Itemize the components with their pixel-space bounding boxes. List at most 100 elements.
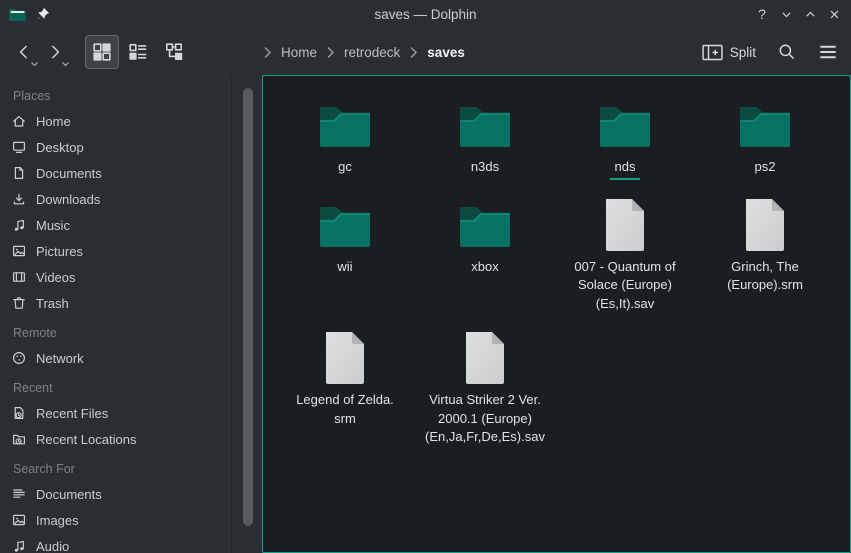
places-panel: Places Home Desktop Documents DownloadsMusic…: [0, 75, 262, 553]
toolbar: Home retrodeck saves Split: [0, 29, 851, 75]
hamburger-menu-icon[interactable]: [818, 42, 838, 62]
sidebar-item-music[interactable]: Music: [0, 212, 262, 238]
sidebar-item-network[interactable]: Network: [0, 345, 262, 371]
recent-folder-icon: [10, 431, 27, 448]
item-label: wii: [337, 258, 352, 277]
tree-view-icon: [163, 41, 185, 63]
folder-item-gc[interactable]: gc: [275, 96, 415, 180]
sidebar-item-pictures[interactable]: Pictures: [0, 238, 262, 264]
sidebar-item-trash[interactable]: Trash: [0, 290, 262, 316]
search-icon[interactable]: [777, 42, 797, 62]
folder-item-wii[interactable]: wii: [275, 196, 415, 314]
split-icon: [702, 44, 723, 61]
folder-icon: [737, 96, 793, 152]
breadcrumb-item-retrodeck[interactable]: retrodeck: [344, 45, 400, 60]
sidebar-item-label: Recent Files: [36, 406, 108, 421]
pin-icon[interactable]: [36, 7, 50, 21]
tree-view-button[interactable]: [157, 35, 191, 69]
trash-icon: [10, 295, 27, 312]
recent-file-icon: [10, 405, 27, 422]
help-icon[interactable]: ?: [754, 6, 770, 22]
chevron-down-icon: [61, 61, 70, 67]
details-view-button[interactable]: [121, 35, 155, 69]
sidebar-item-label: Trash: [36, 296, 69, 311]
icons-view-icon: [91, 41, 113, 63]
sidebar-item-videos[interactable]: Videos: [0, 264, 262, 290]
sidebar-section-header: Search For: [0, 457, 262, 481]
split-button[interactable]: Split: [702, 44, 756, 61]
chevron-down-icon: [30, 61, 39, 67]
sidebar-section-places: Places Home Desktop Documents DownloadsMusic…: [0, 84, 262, 316]
sidebar-section-remote: RemoteNetwork: [0, 321, 262, 371]
file-item-virtua-striker-2-ver-2000-1-europe-en-ja[interactable]: Virtua Striker 2 Ver.2000.1 (Europe)(En,…: [415, 329, 555, 447]
video-icon: [10, 269, 27, 286]
item-label: ps2: [755, 158, 776, 177]
folder-icon: [317, 196, 373, 252]
home-icon: [10, 113, 27, 130]
picture-icon: [10, 512, 27, 529]
maximize-icon[interactable]: [802, 6, 818, 22]
sidebar-item-label: Documents: [36, 166, 102, 181]
panel-divider: [231, 75, 232, 553]
back-icon: [14, 42, 34, 62]
sidebar-section-header: Places: [0, 84, 262, 108]
sidebar-item-audio[interactable]: Audio: [0, 533, 262, 553]
forward-button[interactable]: [39, 35, 70, 69]
folder-item-ps2[interactable]: ps2: [695, 96, 835, 180]
folder-view[interactable]: gc n3ds nds ps2 wii xbox 007 - Quantum ofSolac…: [262, 75, 851, 553]
toolbar-separator: [77, 37, 78, 67]
document-icon: [10, 165, 27, 182]
breadcrumb-chevron-icon: [326, 46, 335, 59]
desktop-icon: [10, 139, 27, 156]
folder-item-nds[interactable]: nds: [555, 96, 695, 180]
file-item-legend-of-zelda-srm[interactable]: Legend of Zelda.srm: [275, 329, 415, 447]
breadcrumb-item-saves[interactable]: saves: [427, 45, 465, 60]
sidebar-item-recent-files[interactable]: Recent Files: [0, 400, 262, 426]
breadcrumb-chevron-icon: [263, 46, 272, 59]
breadcrumb: Home retrodeck saves: [263, 29, 465, 75]
sidebar-section-header: Recent: [0, 376, 262, 400]
sidebar-item-desktop[interactable]: Desktop: [0, 134, 262, 160]
item-label: Legend of Zelda.srm: [296, 391, 394, 428]
sidebar-item-label: Network: [36, 351, 84, 366]
download-icon: [10, 191, 27, 208]
item-label: nds: [610, 158, 641, 180]
sidebar-item-downloads[interactable]: Downloads: [0, 186, 262, 212]
sidebar-item-label: Recent Locations: [36, 432, 136, 447]
split-button-label: Split: [730, 45, 756, 60]
content-area: Places Home Desktop Documents DownloadsMusic…: [0, 75, 851, 553]
file-item-007-quantum-of-solace-europe-es-it-sav[interactable]: 007 - Quantum ofSolace (Europe)(Es,It).s…: [555, 196, 695, 314]
sidebar-item-images[interactable]: Images: [0, 507, 262, 533]
sidebar-item-label: Desktop: [36, 140, 84, 155]
item-label: n3ds: [471, 158, 499, 177]
titlebar: saves — Dolphin ?: [0, 0, 851, 29]
doc-lines-icon: [10, 486, 27, 503]
file-item-grinch-the-europe-srm[interactable]: Grinch, The(Europe).srm: [695, 196, 835, 314]
sidebar-item-label: Home: [36, 114, 71, 129]
sidebar-item-home[interactable]: Home: [0, 108, 262, 134]
folder-item-xbox[interactable]: xbox: [415, 196, 555, 314]
folder-item-n3ds[interactable]: n3ds: [415, 96, 555, 180]
folder-icon: [457, 196, 513, 252]
music-icon: [10, 217, 27, 234]
sidebar-scrollbar[interactable]: [243, 88, 253, 526]
item-label: Grinch, The(Europe).srm: [727, 258, 803, 295]
dolphin-window: saves — Dolphin ? Home retrodeck saves: [0, 0, 851, 553]
item-label: 007 - Quantum ofSolace (Europe)(Es,It).s…: [574, 258, 675, 314]
forward-icon: [45, 42, 65, 62]
window-title: saves — Dolphin: [0, 0, 851, 28]
window-controls: ?: [754, 0, 842, 28]
dolphin-folder-icon: [8, 6, 27, 22]
folder-icon: [317, 96, 373, 152]
network-icon: [10, 350, 27, 367]
sidebar-item-documents[interactable]: Documents: [0, 481, 262, 507]
back-button[interactable]: [8, 35, 39, 69]
close-icon[interactable]: [826, 6, 842, 22]
breadcrumb-item-home[interactable]: Home: [281, 45, 317, 60]
minimize-icon[interactable]: [778, 6, 794, 22]
sidebar-item-documents[interactable]: Documents: [0, 160, 262, 186]
sidebar-section-search-for: Search ForDocumentsImagesAudio: [0, 457, 262, 553]
sidebar-item-label: Pictures: [36, 244, 83, 259]
sidebar-item-recent-locations[interactable]: Recent Locations: [0, 426, 262, 452]
icons-view-button[interactable]: [85, 35, 119, 69]
